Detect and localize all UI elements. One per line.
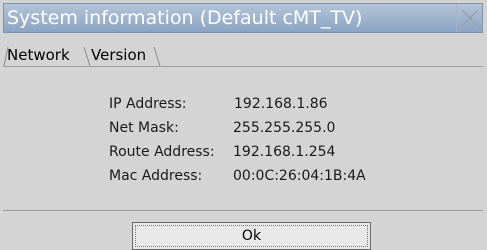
route-address-value: 192.168.1.254 <box>233 144 336 160</box>
tab-network[interactable]: Network <box>7 44 89 66</box>
tab-edge-right <box>153 46 161 66</box>
ip-address-label: IP Address: <box>109 96 187 112</box>
close-icon <box>461 9 479 27</box>
tab-divider <box>83 46 91 66</box>
mac-address-value: 00:0C:26:04:1B:4A <box>233 168 366 184</box>
network-panel: IP Address: 192.168.1.86 Net Mask: 255.2… <box>3 66 483 210</box>
window-title: System information (Default cMT_TV) <box>7 7 363 29</box>
tab-version[interactable]: Version <box>91 44 159 66</box>
system-information-dialog: System information (Default cMT_TV) Netw… <box>0 0 487 250</box>
ok-button[interactable]: Ok <box>132 222 371 250</box>
net-mask-value: 255.255.255.0 <box>233 120 336 136</box>
title-bar[interactable]: System information (Default cMT_TV) <box>3 3 483 33</box>
tab-bar: Network Version <box>3 44 483 66</box>
close-button[interactable] <box>456 4 482 32</box>
ip-address-value: 192.168.1.86 <box>234 96 328 112</box>
route-address-label: Route Address: <box>109 144 215 160</box>
mac-address-label: Mac Address: <box>109 168 203 184</box>
net-mask-label: Net Mask: <box>109 120 179 136</box>
divider <box>3 210 483 211</box>
